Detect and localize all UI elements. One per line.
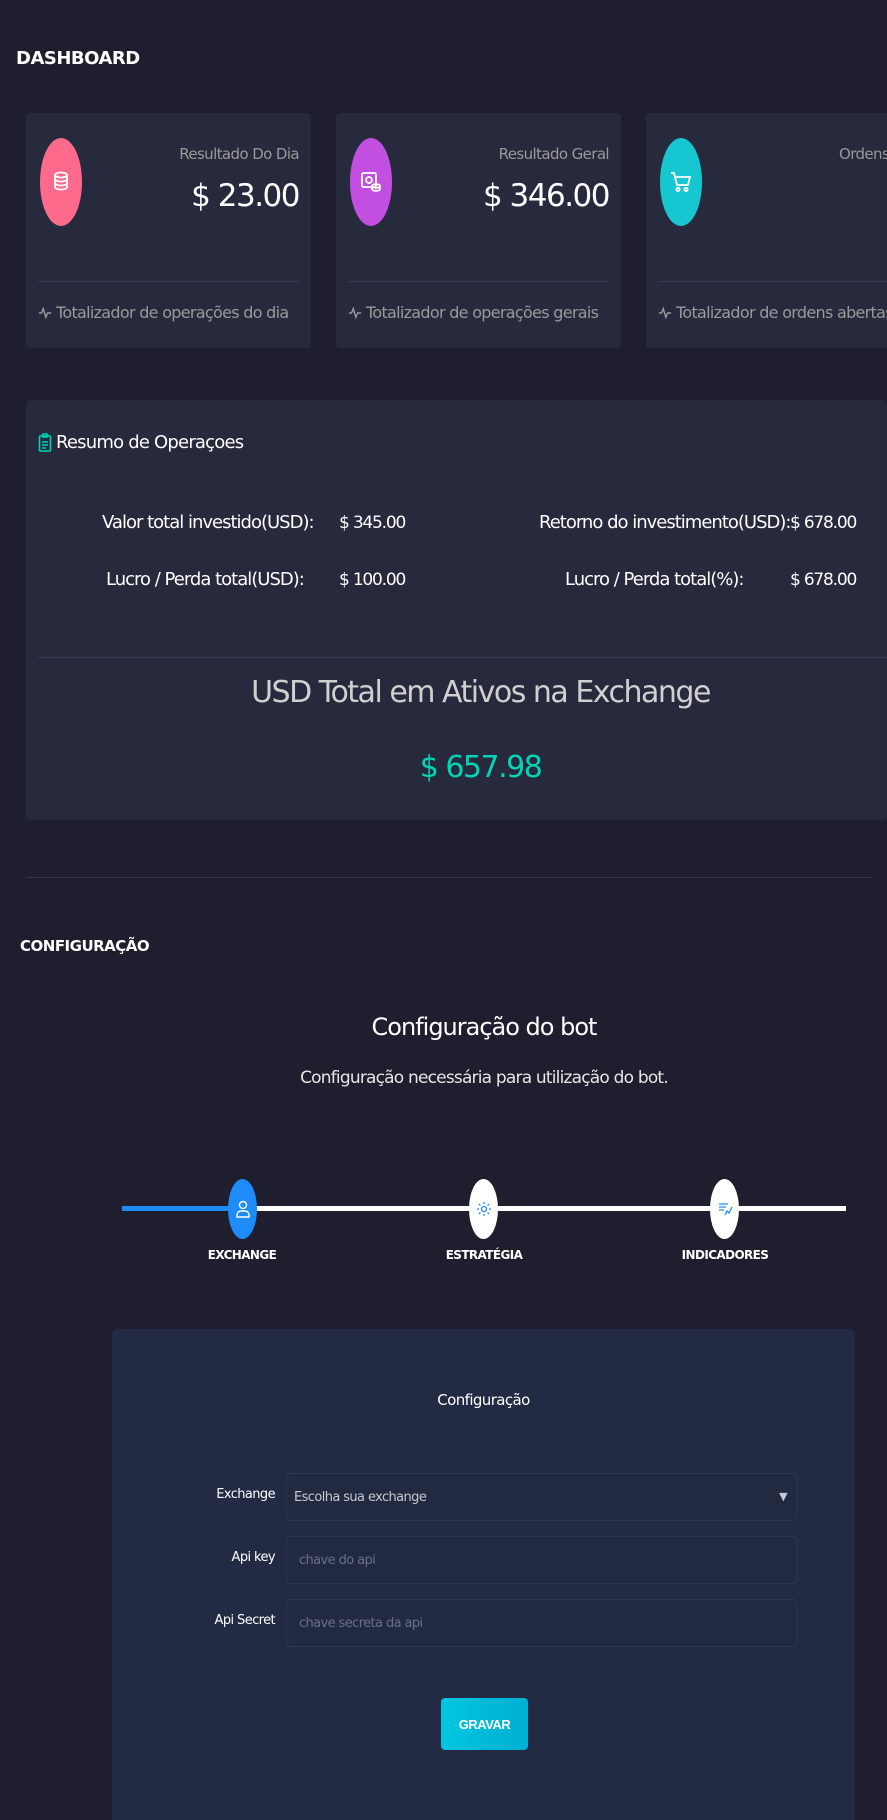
stat-label: Resultado Do Dia [179, 145, 299, 163]
stat-card-open-orders: Ordens Totalizador de ordens abertas [646, 113, 887, 348]
stepper-progress [122, 1206, 242, 1211]
step-exchange[interactable] [228, 1179, 257, 1239]
exchange-select-value: Escolha sua exchange [294, 1489, 427, 1505]
pulse-icon [38, 306, 52, 319]
total-invested-value: $ 345.00 [339, 513, 406, 533]
stat-card-general-result: Resultado Geral $ 346.00 Totalizador de … [336, 113, 621, 348]
profit-loss-pct-label: Lucro / Perda total(%): [565, 569, 744, 590]
user-icon [235, 1200, 250, 1218]
form-title: Configuração [437, 1391, 530, 1409]
api-key-input[interactable]: chave do api [286, 1536, 797, 1584]
caret-down-icon: ▼ [779, 1490, 787, 1503]
pulse-icon [658, 306, 672, 319]
api-key-placeholder: chave do api [299, 1552, 376, 1568]
stat-footer: Totalizador de operações do dia [38, 303, 289, 322]
stat-label: Resultado Geral [498, 145, 610, 163]
usd-total-value: $ 657.98 [419, 750, 543, 785]
usd-total-title: USD Total em Ativos na Exchange [251, 675, 711, 710]
pulse-icon [348, 306, 362, 319]
stat-footer: Totalizador de ordens abertas [658, 303, 887, 322]
stat-value: $ 346.00 [482, 178, 611, 214]
divider [658, 281, 887, 282]
profit-loss-pct-value: $ 678.00 [790, 570, 857, 590]
summary-title: Resumo de Operaçoes [56, 432, 244, 453]
divider [38, 281, 299, 282]
operations-summary-card: Resumo de Operaçoes Valor total investid… [26, 400, 887, 820]
stat-footer-text: Totalizador de ordens abertas [676, 303, 887, 322]
profit-loss-usd-value: $ 100.00 [339, 570, 406, 590]
step-strategy[interactable] [469, 1179, 498, 1239]
divider [38, 657, 887, 658]
step-indicators[interactable] [710, 1179, 739, 1239]
dashboard-title: DASHBOARD [16, 48, 140, 69]
stat-card-daily-result: Resultado Do Dia $ 23.00 Totalizador de … [26, 113, 311, 348]
step-label-strategy: ESTRATÉGIA [445, 1248, 523, 1262]
step-label-indicators: INDICADORES [681, 1248, 769, 1262]
safe-coins-icon [350, 138, 392, 226]
config-form-card: Configuração Exchange Escolha sua exchan… [112, 1329, 855, 1820]
total-invested-label: Valor total investido(USD): [102, 512, 315, 533]
summary-header: Resumo de Operaçoes [38, 432, 244, 453]
clipboard-icon [38, 432, 52, 452]
api-secret-placeholder: chave secreta da api [299, 1615, 423, 1631]
bot-config-title: Configuração do bot [371, 1013, 598, 1041]
stat-footer: Totalizador de operações gerais [348, 303, 599, 322]
gear-icon [476, 1202, 491, 1216]
api-secret-input[interactable]: chave secreta da api [286, 1599, 797, 1647]
cart-icon [660, 138, 702, 226]
stat-label: Ordens [839, 145, 887, 163]
configuration-title: CONFIGURAÇÃO [20, 937, 150, 955]
stat-footer-text: Totalizador de operações gerais [366, 303, 599, 322]
section-divider [26, 877, 873, 878]
indicators-icon [718, 1203, 733, 1216]
step-label-exchange: EXCHANGE [207, 1248, 277, 1262]
divider [348, 281, 609, 282]
bot-config-subtitle: Configuração necessária para utilização … [300, 1068, 669, 1088]
profit-loss-usd-label: Lucro / Perda total(USD): [106, 569, 305, 590]
exchange-select[interactable]: Escolha sua exchange ▼ [286, 1473, 797, 1521]
roi-label: Retorno do investimento(USD): [539, 512, 791, 533]
save-button[interactable]: GRAVAR [441, 1698, 528, 1750]
exchange-label: Exchange [216, 1487, 275, 1502]
roi-value: $ 678.00 [790, 513, 857, 533]
stat-footer-text: Totalizador de operações do dia [56, 303, 289, 322]
api-secret-label: Api Secret [214, 1613, 276, 1628]
coins-icon [40, 138, 82, 226]
api-key-label: Api key [231, 1550, 276, 1565]
stat-value: $ 23.00 [191, 178, 300, 214]
